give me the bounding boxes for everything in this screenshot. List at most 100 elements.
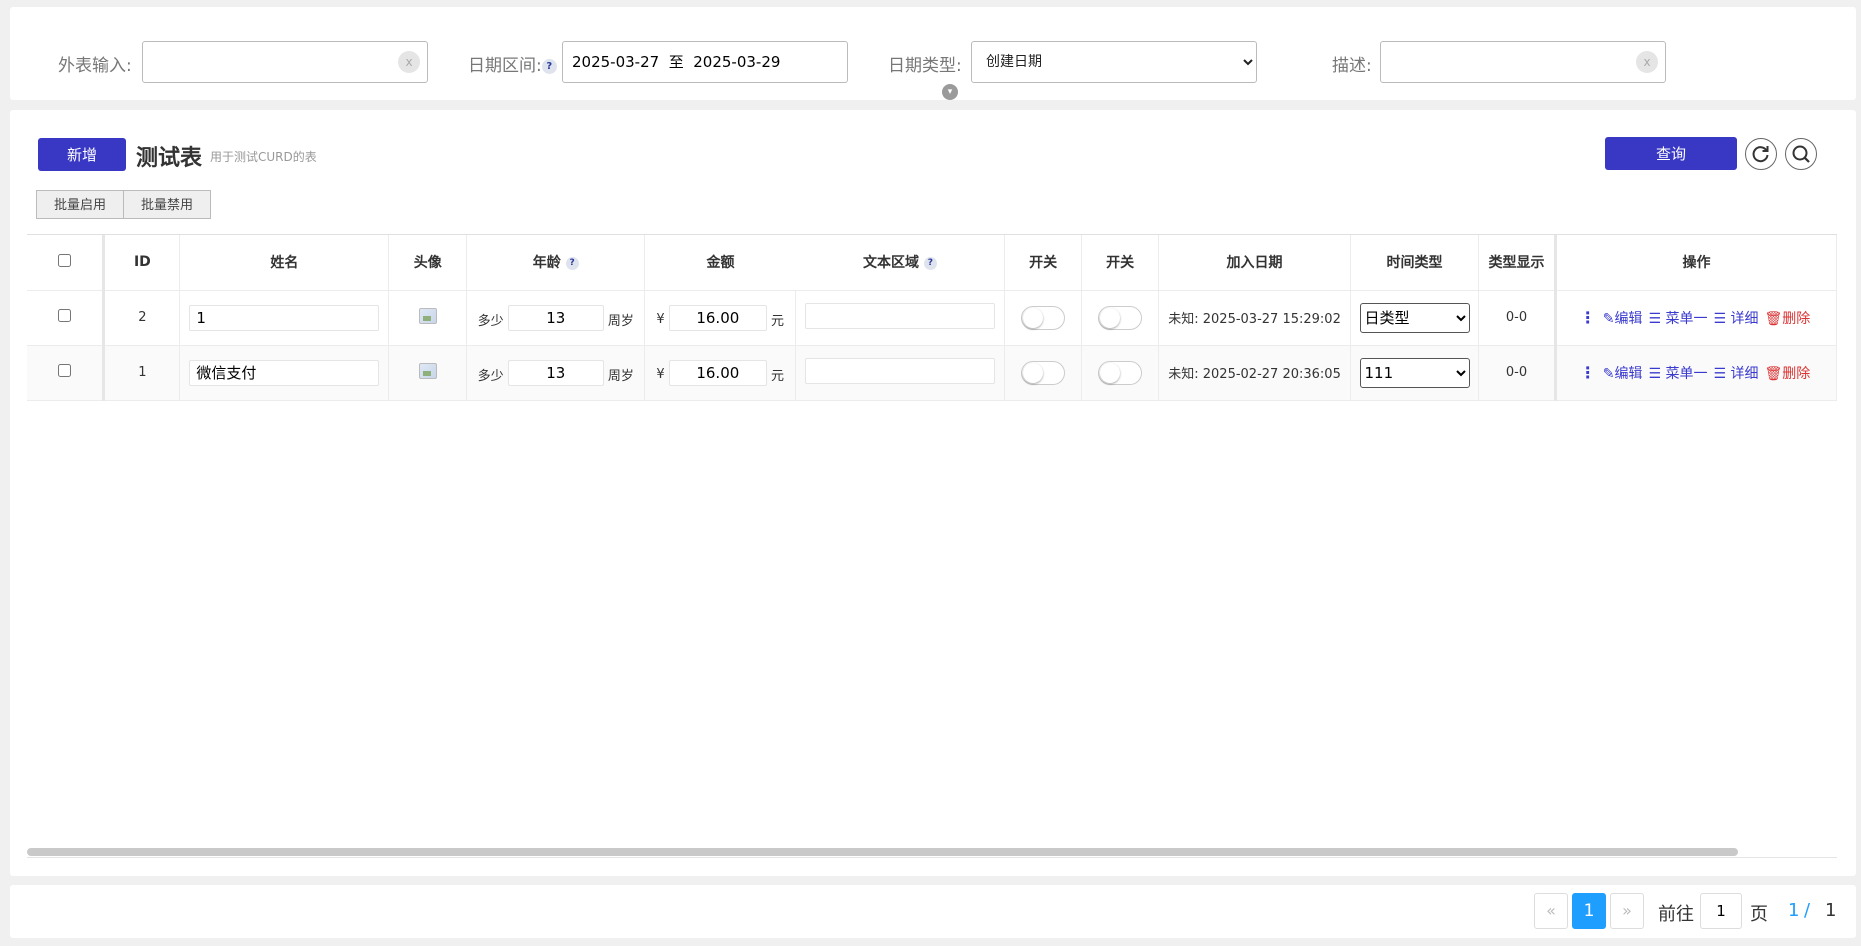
prev-page-button[interactable]: «: [1534, 893, 1568, 929]
age-input[interactable]: 13: [507, 304, 604, 331]
desc-label: 描述:: [1332, 56, 1372, 76]
edit-label: 编辑: [1614, 365, 1643, 382]
textarea-input[interactable]: [805, 357, 996, 384]
refresh-button[interactable]: [1745, 138, 1777, 170]
table-row[interactable]: 2 1 多少 13 周岁 ¥ 16.00 元 未知: 2025-03-27 15…: [27, 290, 1837, 346]
data-table-wrapper: ID 姓名 头像 年龄 ? 金额 文本区域 ? 开关 开关 加入日期 时间类型 …: [27, 234, 1837, 860]
cell-amount: ¥ 16.00 元: [644, 345, 797, 401]
expand-chevron-icon[interactable]: ▾: [942, 84, 958, 100]
search-panel: 外表输入: x 日期区间:? 2025-03-27 至 2025-03-29 日…: [10, 7, 1856, 100]
detail-link[interactable]: ☰ 详细: [1713, 308, 1758, 328]
foreign-input[interactable]: x: [142, 41, 428, 83]
list-icon: ☰: [1713, 310, 1731, 327]
amount-input[interactable]: 16.00: [668, 359, 767, 386]
amount-input[interactable]: 16.00: [668, 304, 767, 331]
switch-1-toggle[interactable]: [1021, 360, 1066, 385]
detail-label: 详细: [1730, 365, 1759, 382]
cell-actions: ⋮ ✎编辑 ☰ 菜单一 ☰ 详细 🗑删除: [1553, 290, 1837, 346]
horizontal-scrollbar-thumb[interactable]: [27, 848, 1738, 856]
page-1-button[interactable]: 1: [1572, 893, 1606, 929]
row-checkbox[interactable]: [58, 364, 72, 377]
search-toggle-button[interactable]: [1785, 138, 1817, 170]
avatar-image[interactable]: [418, 307, 437, 324]
cell-switch-1: [1004, 290, 1083, 346]
cell-name: 1: [179, 290, 390, 346]
menu1-link[interactable]: ☰ 菜单一: [1648, 308, 1707, 328]
switch-2-toggle[interactable]: [1098, 305, 1143, 330]
header-switch-1[interactable]: 开关: [1004, 235, 1083, 291]
batch-enable-button[interactable]: 批量启用: [36, 190, 125, 219]
name-input[interactable]: 微信支付: [189, 359, 380, 386]
header-textarea[interactable]: 文本区域 ?: [795, 235, 1006, 291]
age-help-icon[interactable]: ?: [565, 256, 579, 270]
header-name[interactable]: 姓名: [179, 235, 390, 291]
horizontal-scrollbar[interactable]: [27, 847, 1837, 857]
header-id[interactable]: ID: [103, 235, 181, 291]
page-unit-label: 页: [1750, 904, 1768, 925]
time-type-select[interactable]: 111: [1359, 357, 1470, 388]
date-type-select[interactable]: 创建日期: [972, 42, 1256, 82]
date-type-select-box[interactable]: 创建日期: [971, 41, 1257, 83]
table-row[interactable]: 1 微信支付 多少 13 周岁 ¥ 16.00 元 未知: 2025-02-27…: [27, 345, 1837, 401]
edit-link[interactable]: ✎编辑: [1603, 363, 1643, 383]
delete-link[interactable]: 🗑删除: [1764, 363, 1810, 383]
menu1-link[interactable]: ☰ 菜单一: [1648, 363, 1707, 383]
detail-label: 详细: [1730, 310, 1759, 327]
switch-2-toggle[interactable]: [1098, 360, 1143, 385]
cell-avatar: [388, 345, 468, 401]
select-all-checkbox[interactable]: [58, 253, 72, 267]
header-amount[interactable]: 金额: [644, 235, 796, 291]
desc-clear-icon[interactable]: x: [1636, 51, 1658, 73]
age-input[interactable]: 13: [507, 359, 604, 386]
query-button[interactable]: 查询: [1605, 137, 1737, 170]
switch-1-toggle[interactable]: [1021, 305, 1066, 330]
foreign-clear-icon[interactable]: x: [398, 51, 420, 73]
header-switch-2[interactable]: 开关: [1081, 235, 1160, 291]
detail-link[interactable]: ☰ 详细: [1713, 363, 1758, 383]
cell-id: 2: [103, 290, 181, 346]
header-type-display[interactable]: 类型显示: [1478, 235, 1556, 291]
more-actions-icon[interactable]: ⋮: [1580, 363, 1596, 382]
goto-page-input[interactable]: 1: [1700, 893, 1742, 929]
search-icon: [1792, 145, 1810, 163]
row-checkbox[interactable]: [58, 309, 72, 322]
time-type-select[interactable]: 日类型: [1359, 302, 1470, 333]
cell-avatar: [388, 290, 468, 346]
header-select-all: [27, 235, 106, 291]
cell-time-type: 日类型: [1350, 290, 1479, 346]
date-range-input[interactable]: 2025-03-27 至 2025-03-29: [562, 41, 848, 83]
cell-name: 微信支付: [179, 345, 390, 401]
edit-link[interactable]: ✎编辑: [1603, 308, 1643, 328]
pagination-panel: « 1 » 前往 1 页 1 / 1: [10, 885, 1856, 938]
more-actions-icon[interactable]: ⋮: [1580, 308, 1596, 327]
cell-type-display: 0-0: [1478, 345, 1556, 401]
foreign-input-label: 外表输入:: [58, 56, 132, 76]
header-avatar[interactable]: 头像: [388, 235, 468, 291]
header-age[interactable]: 年龄 ?: [466, 235, 646, 291]
edit-icon: ✎: [1602, 310, 1615, 327]
desc-input[interactable]: x: [1380, 41, 1666, 83]
header-time-type[interactable]: 时间类型: [1350, 235, 1479, 291]
add-button[interactable]: 新增: [38, 138, 126, 171]
name-input[interactable]: 1: [189, 304, 380, 331]
header-join-date[interactable]: 加入日期: [1158, 235, 1352, 291]
menu1-label: 菜单一: [1665, 310, 1708, 327]
cell-switch-1: [1004, 345, 1083, 401]
amount-suffix: 元: [770, 368, 784, 384]
list-icon: ☰: [1648, 310, 1666, 327]
next-page-button[interactable]: »: [1610, 893, 1644, 929]
textarea-input[interactable]: [805, 302, 996, 329]
list-icon: ☰: [1713, 365, 1731, 382]
delete-link[interactable]: 🗑删除: [1764, 308, 1810, 328]
textarea-help-icon[interactable]: ?: [923, 256, 937, 270]
join-date-prefix: 未知:: [1168, 367, 1199, 382]
avatar-image[interactable]: [418, 362, 437, 379]
main-panel: 新增 测试表 用于测试CURD的表 查询 批量启用 批量禁用 ID 姓名 头像 …: [10, 110, 1856, 876]
page-total-count: 1: [1825, 900, 1837, 921]
age-prefix: 多少: [477, 313, 504, 329]
amount-suffix: 元: [770, 313, 784, 329]
delete-label: 删除: [1782, 365, 1811, 382]
date-range-help-icon[interactable]: ?: [541, 58, 557, 74]
batch-disable-button[interactable]: 批量禁用: [124, 190, 212, 219]
header-actions: 操作: [1553, 235, 1837, 291]
